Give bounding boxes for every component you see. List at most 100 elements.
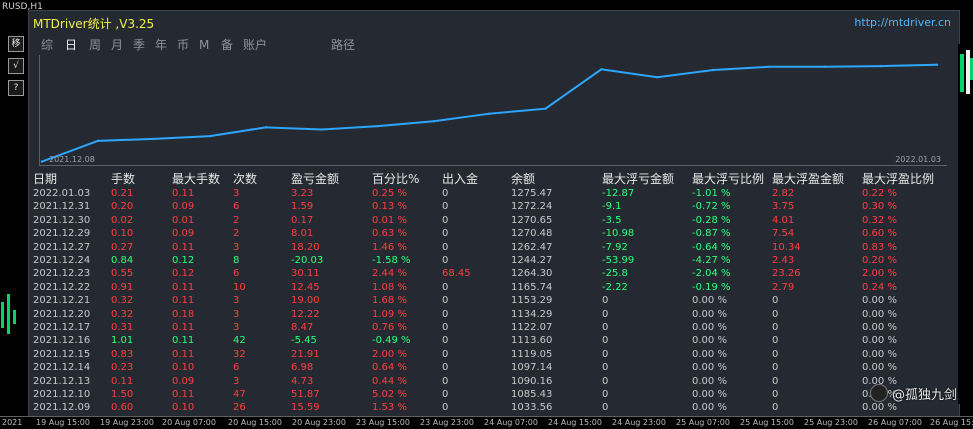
table-header: 日期 手数 最大手数 次数 盈亏金额 百分比% 出入金 余额 最大浮亏金额 最大…	[29, 171, 959, 187]
cell-percent: 1.53 %	[372, 402, 407, 414]
equity-point	[96, 139, 100, 143]
time-axis-tick: 20 Aug 07:00	[162, 418, 216, 427]
table-row: 2021.12.10 1.50 0.11 47 51.87 5.02 % 0 1085.43 0…	[29, 388, 959, 402]
panel-header: MTDriver统计 ,V3.25 http://mtdriver.cn	[29, 11, 959, 33]
check-button[interactable]: √	[8, 58, 24, 74]
tab-week[interactable]: 周	[89, 37, 101, 53]
tab-currency[interactable]: 币	[177, 37, 189, 53]
cell-pnl: 21.91	[291, 348, 320, 360]
tab-account[interactable]: 账户	[243, 37, 267, 53]
website-link[interactable]: http://mtdriver.cn	[854, 16, 951, 29]
equity-point	[376, 124, 379, 128]
table-row: 2021.12.15 0.83 0.11 32 21.91 2.00 % 0 1119.05 0…	[29, 348, 959, 362]
time-axis-tick: 26 Aug 15:00	[930, 418, 973, 427]
cell-max-floating-profit-amount: 2.43	[772, 255, 795, 266]
cell-balance: 1122.07	[511, 322, 553, 333]
table-row: 2021.12.21 0.32 0.11 3 19.00 1.68 % 0 1153.29 0 0…	[29, 294, 959, 308]
cell-cash-flow: 0	[442, 402, 449, 414]
cell-balance: 1090.16	[511, 375, 553, 387]
cell-pnl: 12.22	[291, 308, 320, 320]
cell-pnl: 4.73	[291, 375, 314, 387]
cell-max-drawdown-amount: 0	[602, 402, 609, 414]
move-button[interactable]: 移	[8, 36, 24, 52]
time-axis-tick: 24 Aug 23:00	[612, 418, 666, 427]
cell-lots: 0.83	[111, 348, 134, 360]
table-row: 2021.12.17 0.31 0.11 3 8.47 0.76 % 0 1122.07 0 0.…	[29, 321, 959, 335]
cell-max-drawdown-amount: -10.98	[602, 228, 635, 240]
cell-max-drawdown-amount: 0	[602, 348, 609, 360]
cell-max-floating-profit-percent: 0.00 %	[862, 348, 897, 360]
cell-percent: 2.00 %	[372, 348, 407, 360]
watermark: @孤独九剑	[869, 384, 957, 403]
cell-lots: 0.31	[111, 322, 134, 333]
equity-point	[264, 126, 267, 129]
cell-max-drawdown-percent: 0.00 %	[692, 362, 727, 374]
time-axis-tick: 26 Aug 07:00	[868, 418, 922, 427]
tab-day[interactable]: 日	[65, 37, 77, 53]
cell-date: 2021.12.31	[33, 201, 91, 213]
cell-date: 2021.12.10	[33, 389, 91, 400]
cell-count: 3	[233, 295, 240, 307]
time-axis-tick: 24 Aug 15:00	[548, 418, 602, 427]
cell-count: 3	[233, 241, 240, 253]
equity-point	[320, 128, 323, 131]
header-cash-flow: 出入金	[442, 172, 479, 186]
equity-point	[823, 65, 827, 68]
cell-max-drawdown-amount: 0	[602, 308, 609, 320]
cell-lots: 0.11	[111, 375, 134, 387]
time-axis: 2021 19 Aug 15:00 19 Aug 23:00 20 Aug 07:00…	[0, 416, 973, 429]
cell-percent: 0.63 %	[372, 228, 407, 240]
header-max-floating-profit-percent: 最大浮盈比例	[862, 172, 935, 186]
cell-max-lots: 0.11	[172, 241, 195, 253]
cell-max-lots: 0.09	[172, 201, 195, 213]
cell-max-lots: 0.10	[172, 402, 195, 414]
cell-pnl: 1.59	[291, 201, 314, 213]
tab-month[interactable]: 月	[111, 37, 123, 53]
cell-cash-flow: 0	[442, 241, 449, 253]
cell-lots: 0.21	[111, 188, 134, 199]
time-axis-tick: 2021	[2, 418, 23, 427]
equity-point	[712, 68, 715, 72]
cell-max-floating-profit-amount: 3.75	[772, 201, 795, 213]
cell-max-floating-profit-percent: 0.00 %	[862, 322, 897, 333]
cell-max-drawdown-percent: 0.00 %	[692, 335, 727, 347]
cell-percent: 0.76 %	[372, 322, 407, 333]
cell-max-drawdown-percent: -0.19 %	[692, 281, 731, 293]
header-count: 次数	[233, 172, 258, 186]
header-max-drawdown-amount: 最大浮亏金额	[602, 172, 675, 186]
cell-max-drawdown-percent: -0.64 %	[692, 241, 731, 253]
cell-max-lots: 0.11	[172, 281, 195, 293]
candle	[13, 310, 16, 324]
cell-max-drawdown-percent: 0.00 %	[692, 375, 727, 387]
cell-balance: 1113.60	[511, 335, 553, 347]
cell-max-lots: 0.09	[172, 228, 195, 240]
cell-balance: 1165.74	[511, 281, 553, 293]
cell-pnl: 30.11	[291, 268, 320, 280]
tab-notes[interactable]: 备	[221, 37, 233, 53]
cell-date: 2022.01.03	[33, 188, 91, 199]
tab-year[interactable]: 年	[155, 37, 167, 53]
tab-magic[interactable]: M	[199, 37, 209, 53]
cell-date: 2021.12.16	[33, 335, 91, 347]
cell-count: 32	[233, 348, 246, 360]
cell-max-floating-profit-percent: 0.22 %	[862, 188, 897, 199]
cell-lots: 0.55	[111, 268, 134, 280]
cell-lots: 0.10	[111, 228, 134, 240]
cell-lots: 0.20	[111, 201, 134, 213]
cell-cash-flow: 0	[442, 281, 449, 293]
cell-max-drawdown-percent: 0.00 %	[692, 402, 727, 414]
table-row: 2021.12.13 0.11 0.09 3 4.73 0.44 % 0 1090.16 0 0.…	[29, 375, 959, 389]
equity-chart	[39, 55, 947, 166]
cell-date: 2021.12.17	[33, 322, 91, 333]
cell-pnl: 18.20	[291, 241, 320, 253]
table-row: 2021.12.23 0.55 0.12 6 30.11 2.44 % 68.45 1264.…	[29, 267, 959, 281]
tab-path[interactable]: 路径	[331, 37, 355, 53]
cell-max-floating-profit-amount: 2.82	[772, 188, 795, 199]
equity-point	[40, 160, 44, 163]
help-button[interactable]: ?	[8, 80, 24, 96]
tab-overview[interactable]: 综	[41, 37, 53, 53]
cell-count: 3	[233, 308, 240, 320]
tab-quarter[interactable]: 季	[133, 37, 145, 53]
time-axis-tick: 23 Aug 23:00	[420, 418, 474, 427]
equity-point	[152, 137, 156, 141]
